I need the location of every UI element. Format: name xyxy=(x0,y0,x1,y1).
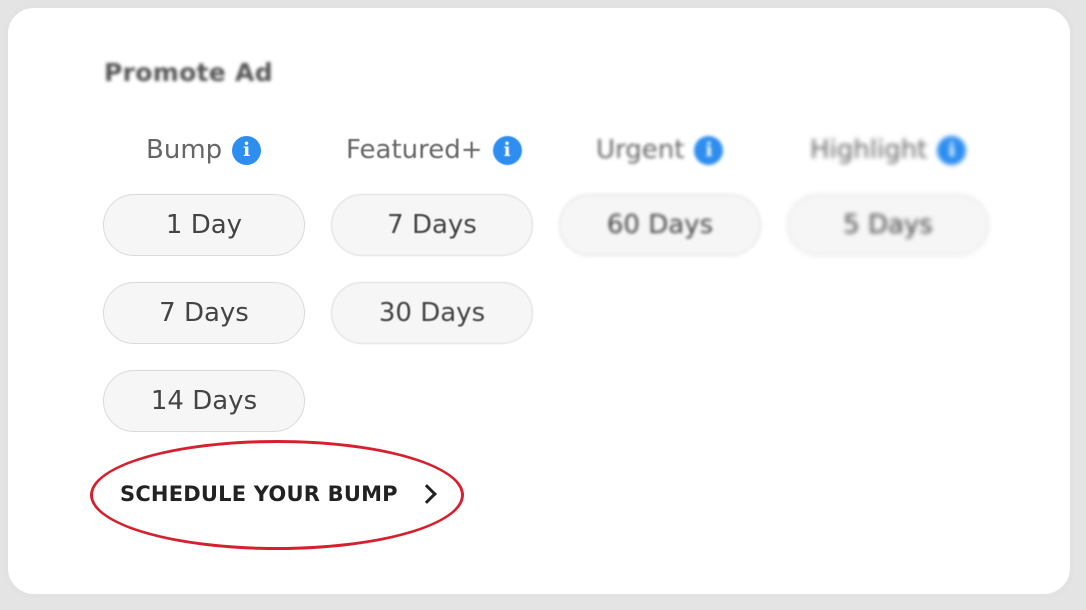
column-label: Highlight xyxy=(810,135,928,165)
info-icon[interactable]: i xyxy=(492,135,522,165)
option-bump-7-days[interactable]: 7 Days xyxy=(103,282,305,344)
schedule-your-bump-link[interactable]: SCHEDULE YOUR BUMP xyxy=(120,474,437,514)
schedule-link-label: SCHEDULE YOUR BUMP xyxy=(120,482,398,506)
info-icon[interactable]: i xyxy=(937,135,967,165)
column-label: Urgent xyxy=(596,135,685,165)
option-featured-7-days[interactable]: 7 Days xyxy=(331,194,533,256)
column-header-urgent: Urgent i xyxy=(596,132,724,168)
section-title: Promote Ad xyxy=(104,58,273,87)
option-bump-1-day[interactable]: 1 Day xyxy=(103,194,305,256)
column-label: Featured+ xyxy=(346,135,483,165)
option-featured-30-days[interactable]: 30 Days xyxy=(331,282,533,344)
info-icon[interactable]: i xyxy=(694,135,724,165)
info-icon[interactable]: i xyxy=(232,135,262,165)
column-header-highlight: Highlight i xyxy=(810,132,967,168)
option-highlight-5-days[interactable]: 5 Days xyxy=(787,194,989,256)
promote-ad-card: Promote Ad Bump i Featured+ i Urgent i H… xyxy=(4,4,1074,598)
option-bump-14-days[interactable]: 14 Days xyxy=(103,370,305,432)
column-header-featured: Featured+ i xyxy=(346,132,522,168)
chevron-right-icon xyxy=(416,484,437,504)
option-urgent-60-days[interactable]: 60 Days xyxy=(559,194,761,256)
column-label: Bump xyxy=(146,135,223,165)
column-header-bump: Bump i xyxy=(146,132,262,168)
